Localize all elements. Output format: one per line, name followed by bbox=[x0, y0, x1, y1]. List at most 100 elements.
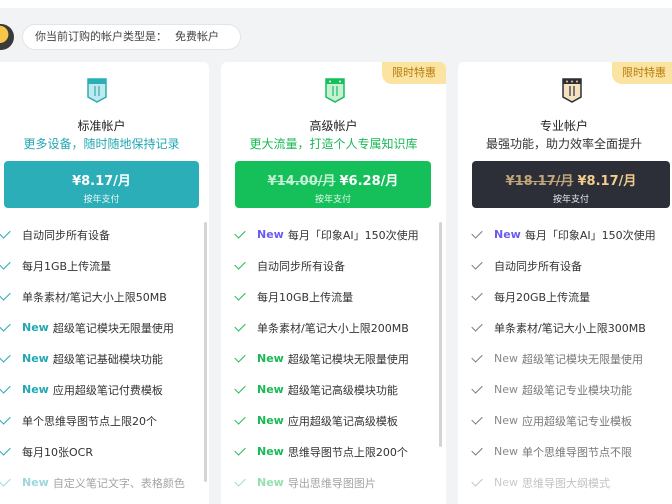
check-icon bbox=[471, 444, 483, 456]
new-badge: New bbox=[22, 352, 49, 365]
advanced-price: ¥6.28/月 bbox=[339, 174, 399, 189]
feature-item: 每月10GB上传流量 bbox=[234, 281, 446, 312]
new-badge: New bbox=[494, 352, 518, 365]
check-icon bbox=[0, 227, 11, 239]
check-icon bbox=[0, 382, 11, 394]
check-icon bbox=[234, 320, 246, 332]
standard-plan-subtitle: 更多设备，随时随地保持记录 bbox=[23, 137, 180, 151]
feature-item: New 每月「印象AI」150次使用 bbox=[471, 219, 672, 250]
advanced-plan-subtitle: 更大流量，打造个人专属知识库 bbox=[249, 137, 418, 151]
new-badge: New bbox=[257, 445, 284, 458]
feature-item: New 应用超级笔记专业模板 bbox=[471, 405, 672, 436]
advanced-plan-name: 高级帐户 bbox=[309, 119, 358, 133]
standard-billing-period: 按年支付 bbox=[83, 195, 120, 205]
professional-billing-period: 按年支付 bbox=[552, 195, 589, 205]
feature-item: 自动同步所有设备 bbox=[471, 250, 672, 281]
new-badge: New bbox=[22, 321, 49, 334]
feature-item: New 思维导图大纲模式 bbox=[471, 467, 672, 498]
check-icon bbox=[471, 351, 483, 363]
check-icon bbox=[0, 444, 11, 456]
feature-item: New 思维导图节点上限200个 bbox=[234, 436, 446, 467]
advanced-promo-badge: 限时特惠 bbox=[382, 62, 446, 84]
check-icon bbox=[0, 258, 11, 270]
plan-card-standard[interactable]: 标准帐户 更多设备，随时随地保持记录 ¥8.17/月 按年支付 自动同步所有设备… bbox=[0, 62, 209, 504]
new-badge: New bbox=[257, 228, 284, 241]
feature-item: New 超级笔记模块无限量使用 bbox=[0, 312, 209, 343]
check-icon bbox=[471, 413, 483, 425]
standard-scrollbar[interactable] bbox=[204, 222, 207, 482]
advanced-original-price: ¥14.00/月 bbox=[267, 174, 336, 189]
new-badge: New bbox=[257, 383, 284, 396]
standard-feature-list: 自动同步所有设备 每月1GB上传流量 单条素材/笔记大小上限50MB New 超级… bbox=[0, 219, 209, 498]
advanced-scrollbar[interactable] bbox=[439, 222, 442, 447]
feature-item: New 超级笔记模块无限量使用 bbox=[234, 343, 446, 374]
feature-item: New 自定义笔记文字、表格颜色 bbox=[0, 467, 209, 498]
professional-plan-subtitle: 最强功能，助力效率全面提升 bbox=[485, 137, 642, 151]
check-icon bbox=[234, 444, 246, 456]
check-icon bbox=[234, 227, 246, 239]
new-badge: New bbox=[494, 228, 521, 241]
feature-item: 自动同步所有设备 bbox=[0, 219, 209, 250]
check-icon bbox=[234, 475, 246, 487]
user-avatar[interactable] bbox=[0, 24, 14, 50]
advanced-price-button[interactable]: ¥14.00/月 ¥6.28/月 按年支付 bbox=[235, 161, 431, 208]
professional-promo-badge: 限时特惠 bbox=[612, 62, 672, 84]
account-type-value: 免费帐户 bbox=[175, 30, 219, 43]
feature-item: 自动同步所有设备 bbox=[234, 250, 446, 281]
plan-card-advanced[interactable]: 限时特惠 高级帐户 更大流量，打造个人专属知识库 ¥14.00/月 ¥6.28/月… bbox=[221, 62, 446, 504]
feature-item: 每月10张OCR bbox=[0, 436, 209, 467]
check-icon bbox=[0, 289, 11, 301]
check-icon bbox=[0, 475, 11, 487]
professional-plan-name: 专业帐户 bbox=[539, 119, 588, 133]
account-type-label: 你当前订购的帐户类型是： bbox=[35, 30, 167, 43]
plan-card-professional[interactable]: 限时特惠 专业帐户 最强功能，助力效率全面提升 ¥18.17/月 ¥8.17/月 … bbox=[458, 62, 672, 504]
check-icon bbox=[234, 289, 246, 301]
feature-item: New 单个思维导图节点不限 bbox=[471, 436, 672, 467]
check-icon bbox=[0, 320, 11, 332]
check-icon bbox=[234, 413, 246, 425]
feature-item: New 应用超级笔记高级模板 bbox=[234, 405, 446, 436]
new-badge: New bbox=[494, 383, 518, 396]
advanced-feature-list: New 每月「印象AI」150次使用 自动同步所有设备 每月10GB上传流量 单条… bbox=[234, 219, 446, 498]
check-icon bbox=[234, 382, 246, 394]
new-badge: New bbox=[494, 476, 518, 489]
check-icon bbox=[471, 475, 483, 487]
feature-item: 每月1GB上传流量 bbox=[0, 250, 209, 281]
new-badge: New bbox=[257, 352, 284, 365]
feature-item: New 超级笔记模块无限量使用 bbox=[471, 343, 672, 374]
feature-item: 单个思维导图节点上限20个 bbox=[0, 405, 209, 436]
feature-item: New 应用超级笔记付费模板 bbox=[0, 374, 209, 405]
check-icon bbox=[234, 351, 246, 363]
check-icon bbox=[0, 413, 11, 425]
check-icon bbox=[234, 258, 246, 270]
check-icon bbox=[471, 227, 483, 239]
professional-plan-icon bbox=[562, 78, 582, 103]
check-icon bbox=[0, 351, 11, 363]
standard-plan-name: 标准帐户 bbox=[77, 119, 126, 133]
check-icon bbox=[471, 320, 483, 332]
new-badge: New bbox=[494, 414, 518, 427]
new-badge: New bbox=[257, 414, 284, 427]
new-badge: New bbox=[22, 383, 49, 396]
new-badge: New bbox=[22, 476, 49, 489]
standard-price: ¥8.17/月 bbox=[72, 174, 131, 189]
feature-item: 每月20GB上传流量 bbox=[471, 281, 672, 312]
advanced-plan-icon bbox=[325, 78, 345, 103]
feature-item: New 超级笔记高级模块功能 bbox=[234, 374, 446, 405]
professional-original-price: ¥18.17/月 bbox=[505, 174, 574, 189]
feature-item: New 超级笔记专业模块功能 bbox=[471, 374, 672, 405]
standard-plan-icon bbox=[87, 78, 107, 103]
check-icon bbox=[471, 382, 483, 394]
feature-item: 单条素材/笔记大小上限300MB bbox=[471, 312, 672, 343]
check-icon bbox=[471, 289, 483, 301]
new-badge: New bbox=[257, 476, 284, 489]
account-type-pill: 你当前订购的帐户类型是： 免费帐户 bbox=[22, 24, 241, 50]
feature-item: New 导出思维导图图片 bbox=[234, 467, 446, 498]
new-badge: New bbox=[494, 445, 518, 458]
feature-item: New 每月「印象AI」150次使用 bbox=[234, 219, 446, 250]
feature-item: 单条素材/笔记大小上限50MB bbox=[0, 281, 209, 312]
top-bar bbox=[0, 0, 672, 8]
professional-price: ¥8.17/月 bbox=[577, 174, 637, 189]
professional-price-button[interactable]: ¥18.17/月 ¥8.17/月 按年支付 bbox=[472, 161, 670, 208]
standard-price-button[interactable]: ¥8.17/月 按年支付 bbox=[4, 161, 199, 208]
